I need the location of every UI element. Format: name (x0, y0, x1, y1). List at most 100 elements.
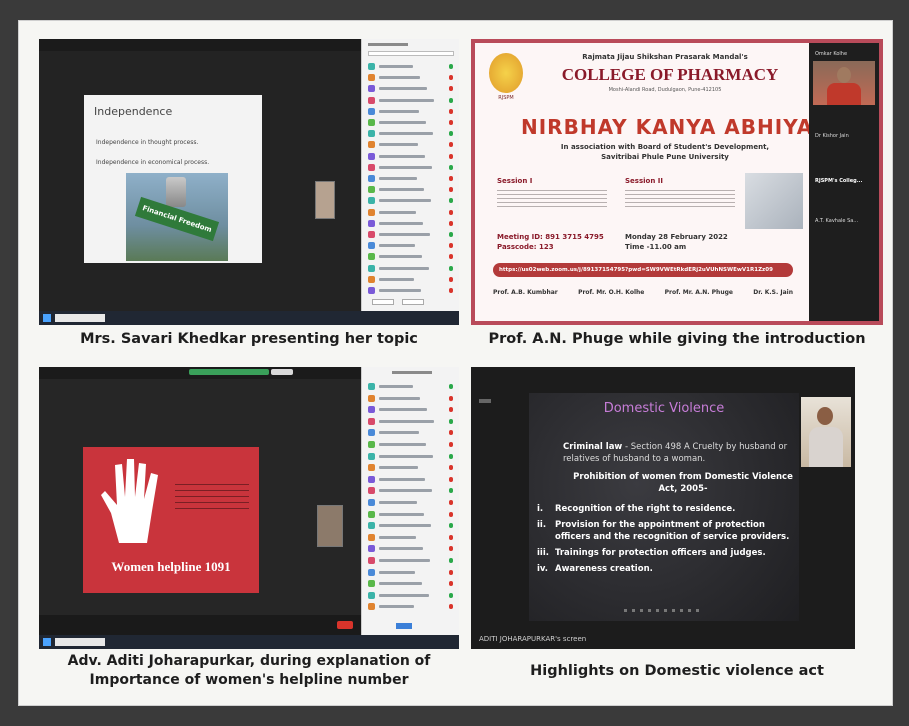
participant-row[interactable] (368, 141, 453, 149)
mic-icon[interactable] (449, 581, 453, 587)
zoom-link-bar[interactable]: https://us02web.zoom.us/j/89137154795?pw… (493, 263, 793, 277)
mic-icon[interactable] (449, 592, 453, 598)
mic-icon[interactable] (449, 243, 453, 249)
windows-start-icon[interactable] (43, 638, 51, 646)
participant-row[interactable] (368, 96, 453, 104)
participant-row[interactable] (368, 219, 453, 227)
mic-icon[interactable] (449, 131, 453, 137)
participant-row[interactable] (368, 186, 453, 194)
mic-icon[interactable] (449, 384, 453, 389)
windows-taskbar (39, 311, 459, 325)
mic-icon[interactable] (449, 220, 453, 226)
participant-row[interactable] (368, 394, 453, 402)
mic-icon[interactable] (449, 153, 453, 159)
mic-icon[interactable] (449, 64, 453, 69)
mic-icon[interactable] (449, 546, 453, 552)
participant-row[interactable] (368, 130, 453, 138)
participant-row[interactable] (368, 603, 453, 611)
speaker-video[interactable] (813, 61, 875, 105)
participant-row[interactable] (368, 119, 453, 126)
mic-icon[interactable] (449, 86, 453, 92)
zoom-link[interactable]: https://us02web.zoom.us/j/89137154795?pw… (499, 267, 773, 273)
participant-row[interactable] (368, 499, 453, 506)
participant-row[interactable] (368, 383, 453, 390)
participant-row[interactable] (368, 264, 453, 272)
mic-icon[interactable] (449, 511, 453, 517)
participant-row[interactable] (368, 85, 453, 93)
participant-row[interactable] (368, 231, 453, 238)
participant-row[interactable] (368, 175, 453, 182)
participant-row[interactable] (368, 287, 453, 294)
mic-icon[interactable] (449, 488, 453, 494)
participant-row[interactable] (368, 452, 453, 460)
participant-row[interactable] (368, 242, 453, 250)
mic-icon[interactable] (449, 164, 453, 170)
mic-icon[interactable] (449, 209, 453, 215)
participant-row[interactable] (368, 568, 453, 576)
mic-icon[interactable] (449, 176, 453, 181)
participant-video-thumbnail[interactable] (317, 505, 343, 547)
participant-row[interactable] (368, 163, 453, 171)
mic-icon[interactable] (449, 465, 453, 471)
participant-row[interactable] (368, 429, 453, 437)
participants-search[interactable] (368, 51, 454, 56)
mic-icon[interactable] (449, 500, 453, 505)
participant-row[interactable] (368, 580, 453, 588)
participant-row[interactable] (368, 197, 453, 205)
mic-icon[interactable] (449, 569, 453, 575)
mic-icon[interactable] (449, 558, 453, 563)
presenter-video[interactable] (801, 397, 851, 467)
participant-row[interactable] (368, 533, 453, 541)
slide-page-dots[interactable] (624, 609, 704, 612)
mic-icon[interactable] (449, 430, 453, 436)
participant-video-thumbnail[interactable] (315, 181, 335, 219)
end-meeting-button[interactable] (337, 621, 353, 629)
participant-row[interactable] (368, 487, 453, 495)
participant-row[interactable] (368, 406, 453, 414)
mic-icon[interactable] (449, 265, 453, 271)
mic-icon[interactable] (449, 187, 453, 193)
windows-start-icon[interactable] (43, 314, 51, 322)
mic-icon[interactable] (449, 604, 453, 610)
participant-row[interactable] (368, 417, 453, 425)
participant-row[interactable] (368, 557, 453, 564)
mic-icon[interactable] (449, 453, 453, 459)
participant-row[interactable] (368, 522, 453, 530)
participant-row[interactable] (368, 591, 453, 599)
participant-row[interactable] (368, 510, 453, 518)
participant-row[interactable] (368, 208, 453, 216)
mic-icon[interactable] (449, 395, 453, 401)
mic-icon[interactable] (449, 108, 453, 114)
participant-row[interactable] (368, 475, 453, 483)
participant-row[interactable] (368, 107, 453, 115)
mic-icon[interactable] (449, 442, 453, 447)
mic-icon[interactable] (449, 523, 453, 529)
mic-icon[interactable] (449, 288, 453, 293)
stop-share-button[interactable] (271, 369, 293, 375)
mute-all-button[interactable] (402, 299, 424, 305)
participant-row[interactable] (368, 545, 453, 553)
mic-icon[interactable] (449, 534, 453, 540)
mic-icon[interactable] (449, 75, 453, 81)
mic-icon[interactable] (449, 418, 453, 424)
mic-icon[interactable] (449, 254, 453, 260)
participant-row[interactable] (368, 253, 453, 261)
invite-button[interactable] (396, 623, 412, 629)
taskbar-search-box[interactable] (55, 314, 105, 322)
mic-icon[interactable] (449, 276, 453, 282)
participant-row[interactable] (368, 152, 453, 160)
participant-row[interactable] (368, 464, 453, 472)
mic-icon[interactable] (449, 142, 453, 148)
invite-button[interactable] (372, 299, 394, 305)
participant-row[interactable] (368, 275, 453, 283)
mic-icon[interactable] (449, 232, 453, 237)
participant-row[interactable] (368, 74, 453, 82)
mic-icon[interactable] (449, 120, 453, 125)
participant-row[interactable] (368, 441, 453, 448)
taskbar-search-box[interactable] (55, 638, 105, 646)
mic-icon[interactable] (449, 407, 453, 413)
mic-icon[interactable] (449, 476, 453, 482)
mic-icon[interactable] (449, 198, 453, 204)
mic-icon[interactable] (449, 97, 453, 103)
participant-row[interactable] (368, 63, 453, 70)
